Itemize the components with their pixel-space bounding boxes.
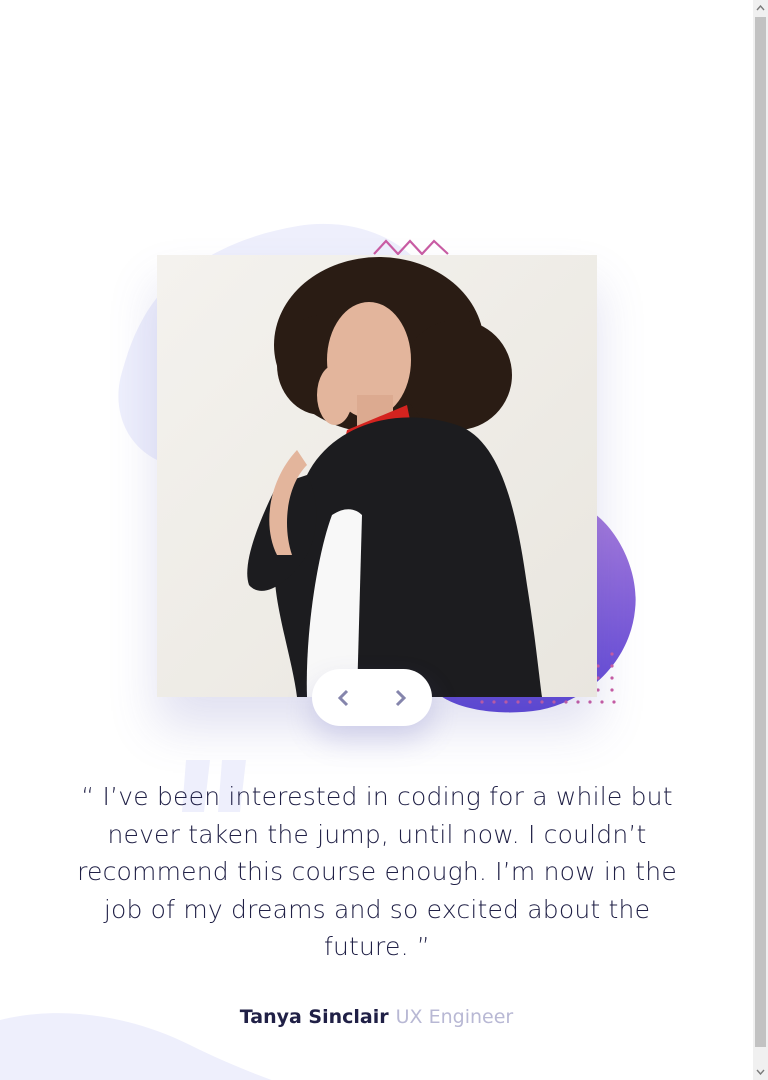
testimonial-quote: “ I’ve been interested in coding for a w… xyxy=(77,782,677,961)
portrait-illustration xyxy=(157,255,597,697)
scrollbar-thumb[interactable] xyxy=(755,17,766,1047)
testimonial-author: Tanya Sinclair UX Engineer xyxy=(0,1004,753,1030)
author-role: UX Engineer xyxy=(395,1006,514,1028)
testimonial-photo xyxy=(157,255,597,697)
scroll-down-arrow-icon[interactable] xyxy=(753,1064,768,1080)
chevron-right-icon xyxy=(395,689,407,706)
slider-navigation xyxy=(312,669,432,726)
testimonial-page: “ I’ve been interested in coding for a w… xyxy=(0,0,753,1080)
author-name: Tanya Sinclair xyxy=(239,1006,389,1028)
next-button[interactable] xyxy=(390,687,412,709)
previous-button[interactable] xyxy=(332,687,354,709)
scroll-up-arrow-icon[interactable] xyxy=(753,0,768,16)
chevron-left-icon xyxy=(337,689,349,706)
vertical-scrollbar[interactable] xyxy=(753,0,768,1080)
zigzag-accent xyxy=(373,239,449,256)
